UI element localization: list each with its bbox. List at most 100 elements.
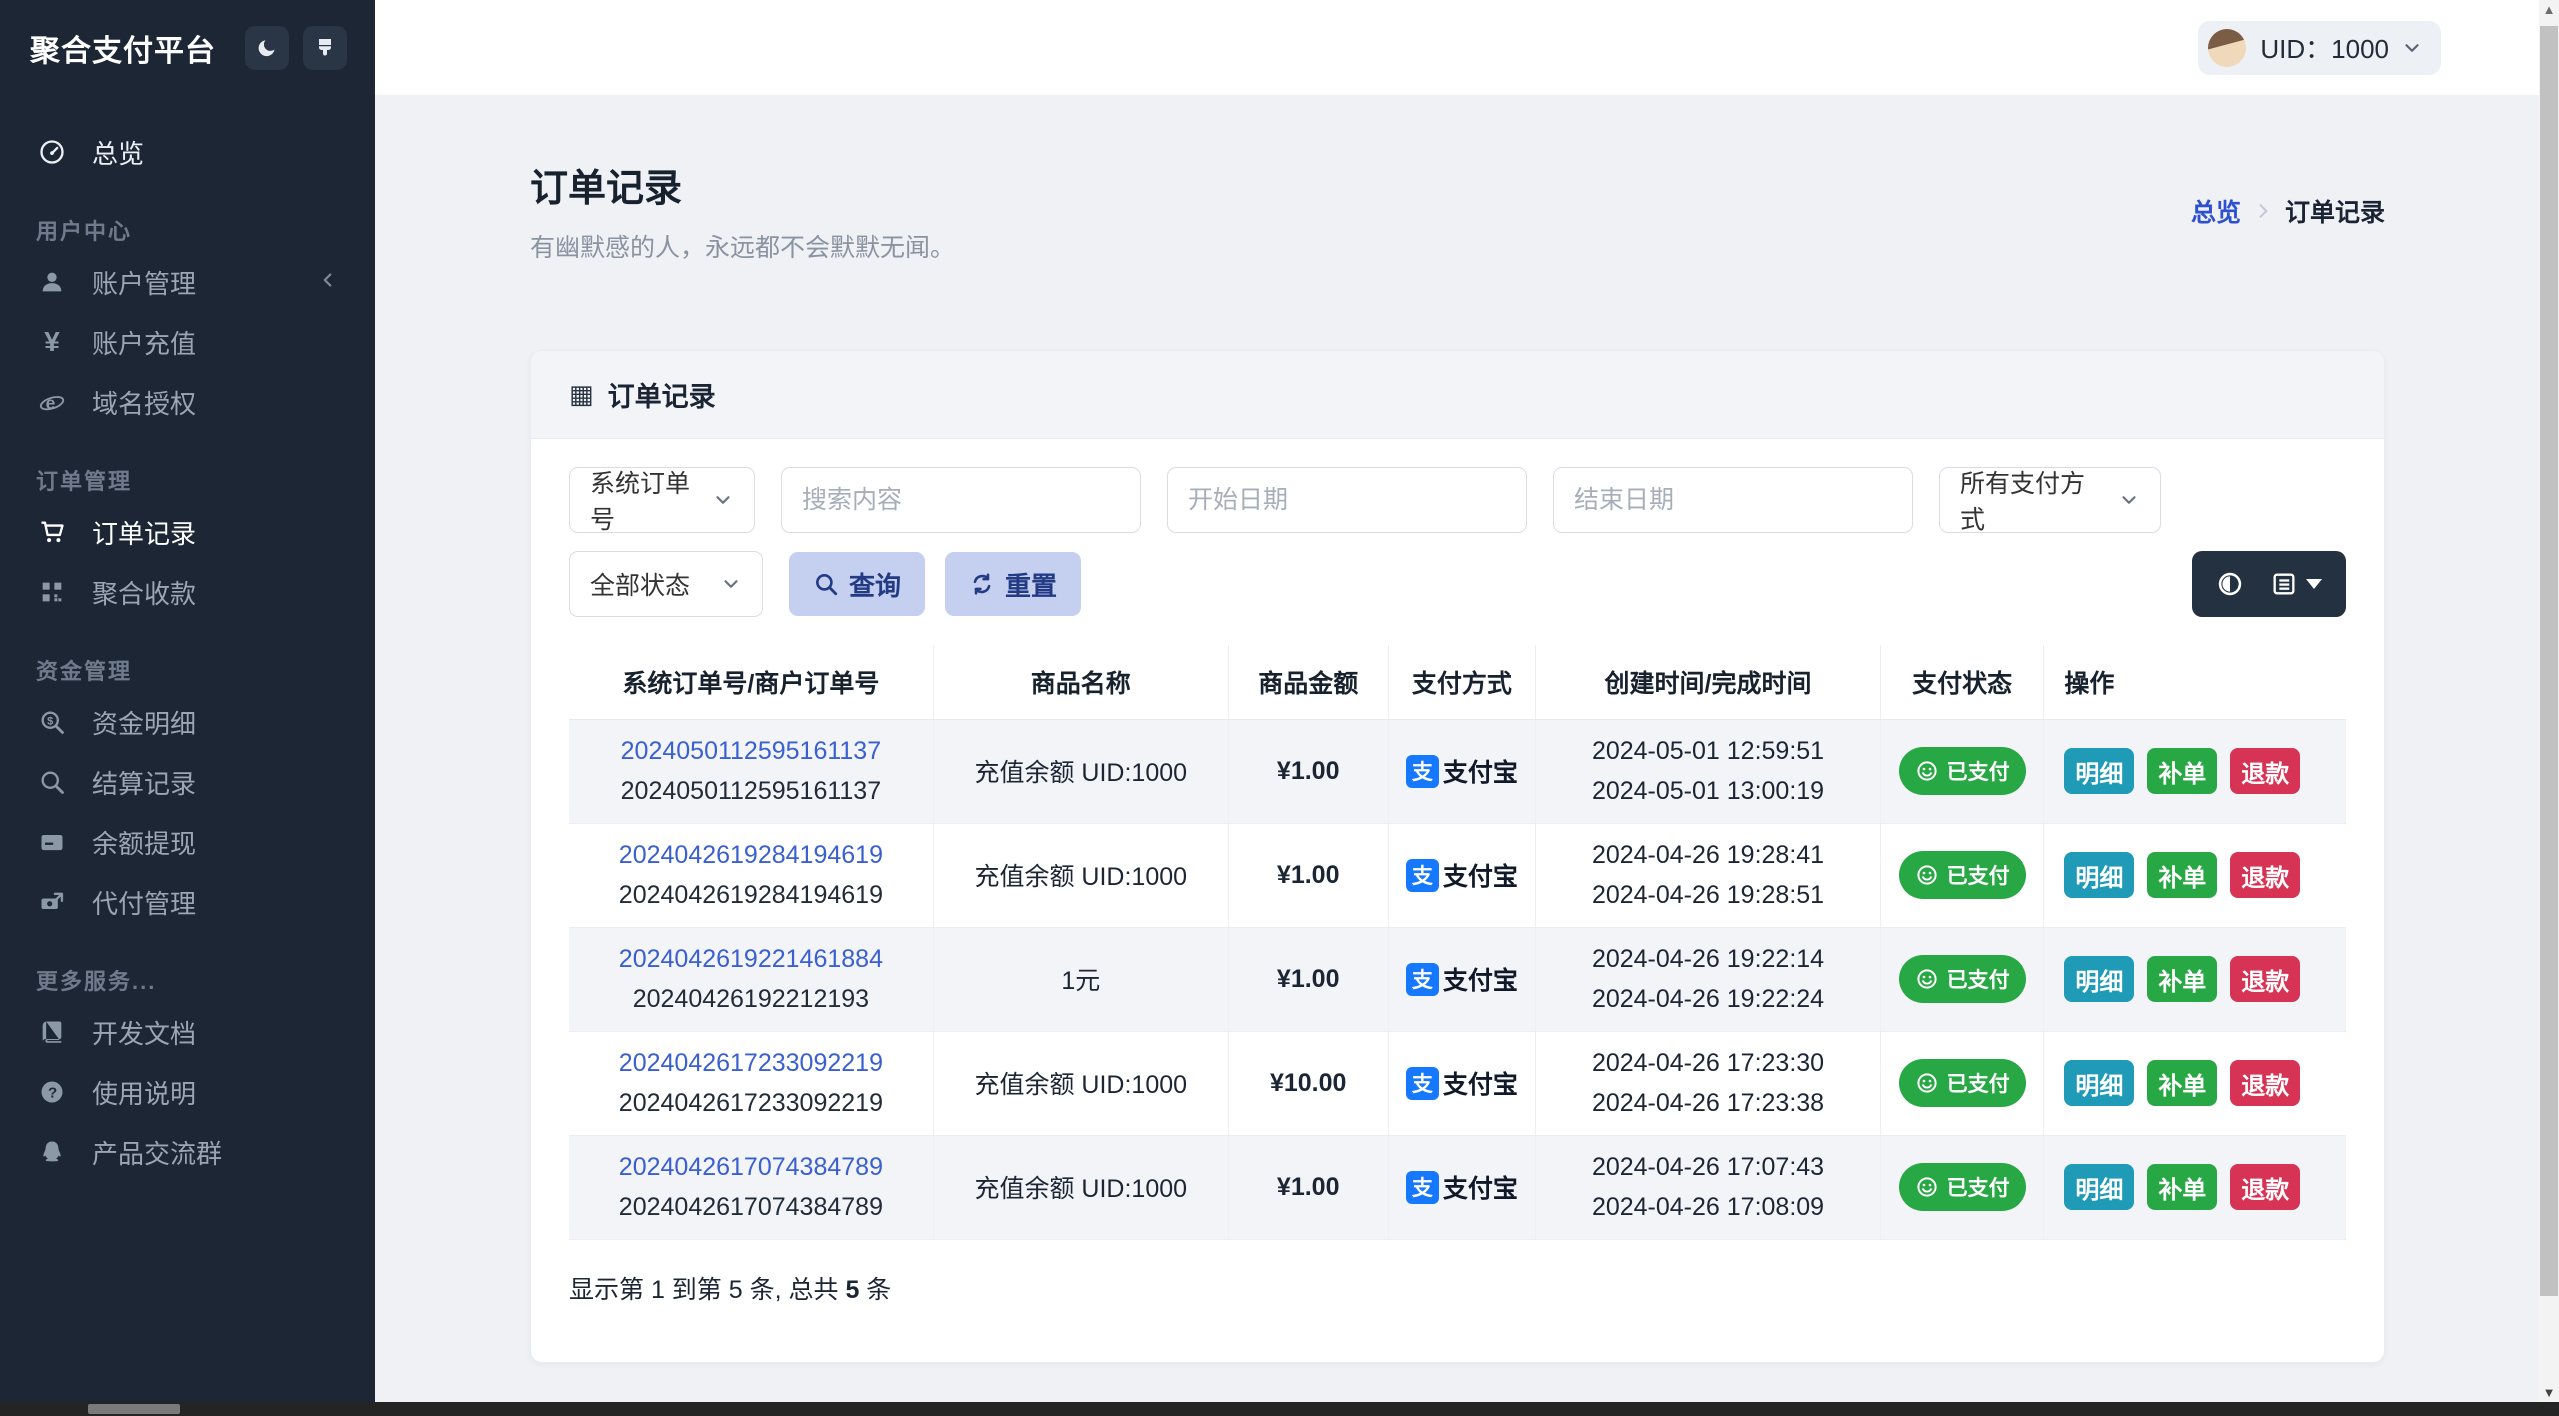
reset-button[interactable]: 重置 <box>945 552 1082 616</box>
cart-icon <box>36 516 68 548</box>
end-date-input[interactable] <box>1553 467 1913 533</box>
user-menu[interactable]: UID：1000 <box>2198 20 2441 75</box>
columns-icon <box>2273 573 2295 595</box>
scroll-up-arrow[interactable]: ▲ <box>2539 2 2559 17</box>
reorder-button[interactable]: 补单 <box>2147 852 2218 898</box>
status-value: 全部状态 <box>590 572 691 600</box>
book-icon <box>36 1016 68 1048</box>
sidebar-item-order-records[interactable]: 订单记录 <box>0 502 375 562</box>
sidebar-item-domain-auth[interactable]: e 域名授权 <box>0 372 375 432</box>
reorder-button[interactable]: 补单 <box>2147 956 2218 1002</box>
breadcrumb-home-link[interactable]: 总览 <box>2191 193 2241 229</box>
page-content: 订单记录 有幽默感的人，永远都不会默默无闻。 总览 订单记录 ▦ 订单记录 系统… <box>375 95 2559 1363</box>
finish-time: 2024-04-26 17:23:38 <box>1591 1089 1825 1117</box>
sidebar-nav: 总览 用户中心 账户管理 ¥ 账户充值 e 域名授权 订单管理 订单记录 聚合收… <box>0 90 375 1182</box>
merchant-order-no: 2024042617074384789 <box>618 1193 883 1221</box>
sidebar-section-more-services: 更多服务... <box>36 969 157 994</box>
query-label: 查询 <box>849 570 902 601</box>
refund-button[interactable]: 退款 <box>2230 1164 2301 1210</box>
system-order-link[interactable]: 2024050112595161137 <box>579 731 923 771</box>
status-select[interactable]: 全部状态 <box>569 551 763 617</box>
refund-button[interactable]: 退款 <box>2230 1060 2301 1106</box>
detail-button[interactable]: 明细 <box>2064 1060 2135 1106</box>
sidebar-item-account-management[interactable]: 账户管理 <box>0 252 375 312</box>
pay-method-name: 支付宝 <box>1442 759 1518 787</box>
finish-time: 2024-05-01 13:00:19 <box>1591 777 1825 805</box>
paint-brush-icon <box>319 39 331 56</box>
merchant-order-no: 20240426192212193 <box>632 985 870 1013</box>
alipay-icon: 支 <box>1405 962 1439 996</box>
refund-button[interactable]: 退款 <box>2230 852 2301 898</box>
create-time: 2024-04-26 19:28:41 <box>1591 841 1825 869</box>
create-time: 2024-04-26 17:07:43 <box>1591 1153 1825 1181</box>
pay-method-select[interactable]: 所有支付方式 <box>1939 467 2161 534</box>
caret-down-icon <box>2306 579 2322 589</box>
sidebar-item-account-recharge[interactable]: ¥ 账户充值 <box>0 312 375 372</box>
detail-button[interactable]: 明细 <box>2064 852 2135 898</box>
system-order-link[interactable]: 2024042619221461884 <box>579 939 923 979</box>
detail-button[interactable]: 明细 <box>2064 1164 2135 1210</box>
vertical-scrollbar[interactable]: ▲ ▼ <box>2539 0 2559 1402</box>
sidebar-item-fund-details[interactable]: $ 资金明细 <box>0 692 375 752</box>
finish-time: 2024-04-26 17:08:09 <box>1591 1193 1825 1221</box>
order-records-card: ▦ 订单记录 系统订单号 搜索内容 开始日期 结束日期 所有支付方式 全部状态 … <box>530 350 2385 1363</box>
sidebar-item-product-group[interactable]: 产品交流群 <box>0 1122 375 1182</box>
gauge-icon <box>36 136 68 168</box>
sidebar-header: 聚合支付平台 <box>0 0 375 90</box>
search-dollar-icon: $ <box>36 706 68 738</box>
order-no-type-select[interactable]: 系统订单号 <box>569 467 755 534</box>
refund-button[interactable]: 退款 <box>2230 956 2301 1002</box>
refund-button[interactable]: 退款 <box>2230 748 2301 794</box>
detail-button[interactable]: 明细 <box>2064 748 2135 794</box>
alipay-icon: 支 <box>1405 1066 1439 1100</box>
merchant-order-no: 2024042619284194619 <box>618 881 883 909</box>
sidebar-section-user-center: 用户中心 <box>36 219 133 244</box>
pagination-prefix: 显示第 1 到第 5 条, 总共 <box>569 1275 839 1304</box>
money-transfer-icon <box>36 886 68 918</box>
sidebar-item-label: 总览 <box>92 138 145 169</box>
globe-e-icon: e <box>36 386 68 418</box>
sidebar-item-payout-management[interactable]: 代付管理 <box>0 872 375 932</box>
search-input[interactable] <box>781 467 1141 533</box>
columns-dropdown-button[interactable] <box>2270 570 2322 598</box>
sidebar-item-dev-docs[interactable]: 开发文档 <box>0 1002 375 1062</box>
table-row: 2024042619284194619 2024042619284194619 … <box>569 823 2346 928</box>
system-order-link[interactable]: 2024042617074384789 <box>579 1147 923 1187</box>
page-head: 订单记录 有幽默感的人，永远都不会默默无闻。 总览 订单记录 <box>530 157 2385 264</box>
product-name: 充值余额 UID:1000 <box>933 1031 1229 1136</box>
sidebar-item-overview[interactable]: 总览 <box>0 122 375 182</box>
sidebar-item-aggregate-collection[interactable]: 聚合收款 <box>0 562 375 622</box>
reorder-button[interactable]: 补单 <box>2147 748 2218 794</box>
status-badge: 已支付 <box>1898 851 2026 899</box>
page-title: 订单记录 <box>530 168 683 210</box>
reorder-button[interactable]: 补单 <box>2147 1060 2218 1106</box>
contrast-toggle-icon <box>2218 572 2242 596</box>
table-row: 2024042617074384789 2024042617074384789 … <box>569 1135 2346 1240</box>
sidebar-item-label: 聚合收款 <box>92 578 197 609</box>
pay-method-name: 支付宝 <box>1442 967 1518 995</box>
table-row: 2024042617233092219 2024042617233092219 … <box>569 1031 2346 1136</box>
moon-icon <box>258 40 275 57</box>
detail-button[interactable]: 明细 <box>2064 956 2135 1002</box>
query-button[interactable]: 查询 <box>789 552 926 616</box>
dark-mode-button[interactable] <box>245 26 289 70</box>
yen-icon: ¥ <box>44 326 60 357</box>
system-order-link[interactable]: 2024042619284194619 <box>579 835 923 875</box>
sidebar-item-label: 资金明细 <box>92 708 197 739</box>
card-view-toggle-button[interactable] <box>2216 570 2244 598</box>
horizontal-scrollbar[interactable] <box>0 1402 2559 1416</box>
sidebar-item-settlement-records[interactable]: 结算记录 <box>0 752 375 812</box>
sidebar-item-label: 开发文档 <box>92 1018 197 1049</box>
sidebar-item-usage-guide[interactable]: ? 使用说明 <box>0 1062 375 1122</box>
product-amount: ¥10.00 <box>1228 1031 1389 1136</box>
system-order-link[interactable]: 2024042617233092219 <box>579 1043 923 1083</box>
theme-button[interactable] <box>303 26 347 70</box>
card-title: 订单记录 <box>607 382 716 412</box>
vertical-scrollbar-thumb[interactable] <box>2540 26 2558 1296</box>
scroll-down-arrow[interactable]: ▼ <box>2539 1385 2559 1400</box>
start-date-input[interactable] <box>1167 467 1527 533</box>
table-row: 2024050112595161137 2024050112595161137 … <box>569 719 2346 824</box>
horizontal-scrollbar-thumb[interactable] <box>88 1404 180 1414</box>
reorder-button[interactable]: 补单 <box>2147 1164 2218 1210</box>
sidebar-item-balance-withdraw[interactable]: 余额提现 <box>0 812 375 872</box>
